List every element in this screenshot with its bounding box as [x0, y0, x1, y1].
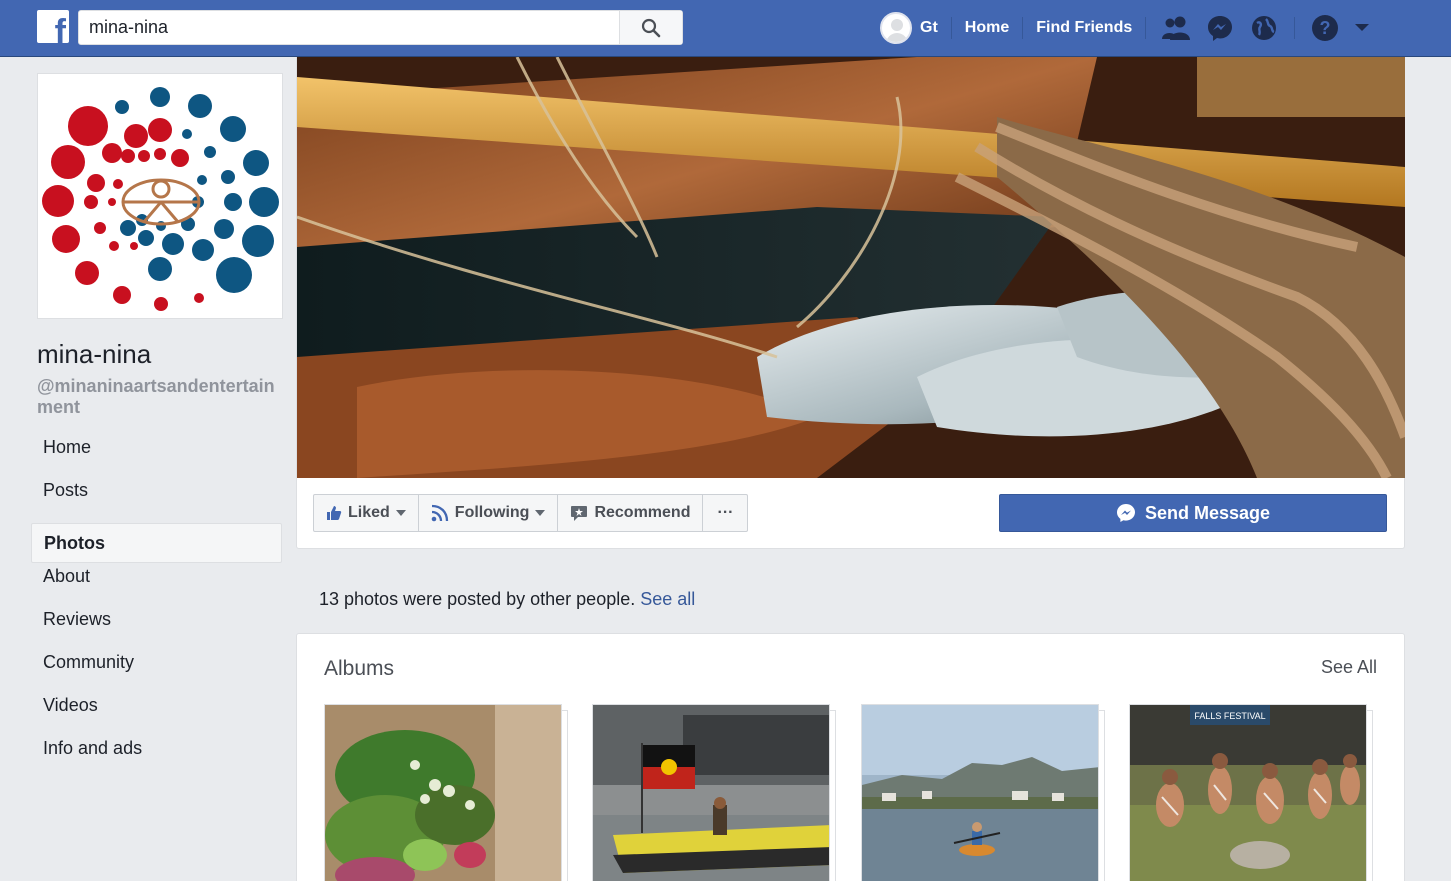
- recommend-speech-bubble-icon: [571, 506, 588, 521]
- album-thumb-festival: FALLS FESTIVAL: [1130, 705, 1366, 881]
- svg-text:?: ?: [1320, 18, 1331, 38]
- messenger-icon[interactable]: [1198, 10, 1242, 45]
- page-profile-picture[interactable]: [37, 73, 283, 319]
- album-thumb-kayak: [862, 705, 1098, 881]
- send-message-label: Send Message: [1144, 502, 1271, 523]
- album-thumb-food: [325, 705, 561, 881]
- nav-divider: [1294, 16, 1296, 39]
- album-thumbnail[interactable]: FALLS FESTIVAL: [1129, 704, 1374, 881]
- recommend-button[interactable]: Recommend: [558, 495, 704, 531]
- page-action-buttons: Liked Following Recommend ···: [313, 494, 749, 532]
- cover-photo[interactable]: [297, 57, 1405, 478]
- messenger-icon: [1116, 504, 1135, 522]
- search-button[interactable]: [619, 11, 682, 44]
- album-cover-image: [592, 704, 830, 881]
- festival-banner-text: FALLS FESTIVAL: [1194, 711, 1265, 721]
- album-cover-image: [324, 704, 562, 881]
- posted-by-text: 13 photos were posted by other people.: [319, 589, 636, 609]
- see-all-photos-link[interactable]: See all: [640, 589, 695, 609]
- nav-divider: [1145, 16, 1147, 39]
- user-profile-link[interactable]: Gt: [912, 19, 951, 37]
- friend-requests-icon[interactable]: [1154, 10, 1198, 45]
- sidebar-item-videos[interactable]: Videos: [31, 695, 282, 735]
- album-thumbnail[interactable]: [324, 704, 569, 881]
- page-username-handle[interactable]: @minaninaartsandentertainment: [37, 376, 282, 418]
- following-button-label: Following: [454, 504, 530, 521]
- cover-photo-image: [297, 57, 1405, 478]
- photos-posted-by-others-notice: 13 photos were posted by other people. S…: [319, 589, 695, 610]
- albums-see-all-link[interactable]: See All: [1321, 657, 1377, 678]
- albums-heading: Albums: [324, 657, 395, 680]
- search-input[interactable]: [89, 15, 609, 40]
- following-button[interactable]: Following: [419, 495, 559, 531]
- page-name[interactable]: mina-nina: [37, 339, 151, 370]
- albums-card: Albums See All FALLS FESTIVAL: [296, 633, 1405, 881]
- sidebar-item-photos[interactable]: Photos: [31, 523, 282, 563]
- rss-follow-icon: [431, 504, 448, 522]
- more-options-button[interactable]: ···: [703, 495, 747, 531]
- sidebar-item-reviews[interactable]: Reviews: [31, 609, 282, 649]
- send-message-button[interactable]: Send Message: [999, 494, 1387, 532]
- nav-home-link[interactable]: Home: [952, 19, 1022, 37]
- notifications-globe-icon[interactable]: [1242, 10, 1286, 45]
- sidebar-item-home[interactable]: Home: [31, 437, 282, 477]
- album-thumbnail[interactable]: [592, 704, 837, 881]
- album-thumb-flag-boat: [593, 705, 829, 881]
- following-chevron-down-icon: [535, 510, 546, 516]
- thumbs-up-icon: [327, 506, 342, 520]
- facebook-logo-icon[interactable]: f: [37, 10, 69, 43]
- nav-find-friends-link[interactable]: Find Friends: [1023, 19, 1145, 37]
- liked-chevron-down-icon: [395, 510, 406, 516]
- cover-card: Liked Following Recommend ··· Send Messa…: [296, 57, 1405, 549]
- sidebar-item-about[interactable]: About: [31, 566, 282, 606]
- album-thumbnail[interactable]: [861, 704, 1106, 881]
- nav-right-group: Gt Home Find Friends ?: [880, 10, 1377, 45]
- album-cover-image: FALLS FESTIVAL: [1129, 704, 1367, 881]
- user-avatar[interactable]: [880, 11, 912, 44]
- sidebar-item-info-and-ads[interactable]: Info and ads: [31, 738, 282, 778]
- account-menu-chevron-down-icon[interactable]: [1347, 10, 1377, 45]
- album-cover-image: [861, 704, 1099, 881]
- search-icon: [641, 18, 661, 37]
- sidebar-item-community[interactable]: Community: [31, 652, 282, 692]
- page-logo-dot-spiral: [42, 87, 279, 311]
- liked-button-label: Liked: [348, 504, 390, 521]
- help-icon[interactable]: ?: [1303, 10, 1347, 45]
- liked-button[interactable]: Liked: [314, 495, 419, 531]
- more-options-ellipsis-icon: ···: [717, 504, 734, 521]
- recommend-button-label: Recommend: [594, 504, 691, 521]
- sidebar-item-posts[interactable]: Posts: [31, 480, 282, 520]
- page-side-navigation: Home Posts Photos About Reviews Communit…: [31, 437, 282, 781]
- top-navigation-bar: f Gt Home Find Friends ?: [0, 0, 1451, 57]
- search-bar: [78, 10, 683, 45]
